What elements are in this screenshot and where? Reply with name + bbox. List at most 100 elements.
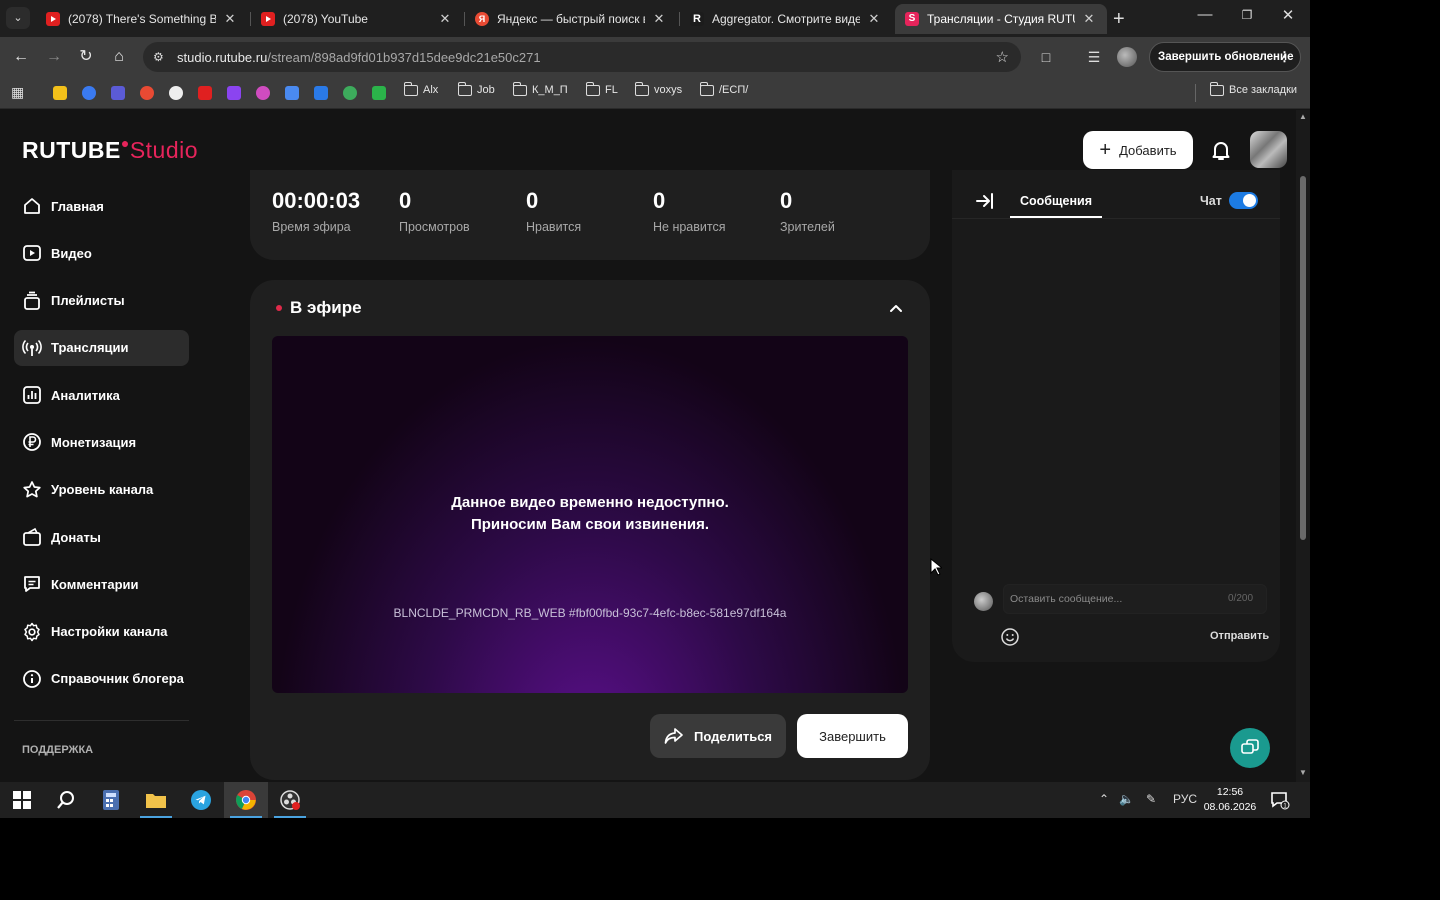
bookmark-icon[interactable] bbox=[111, 86, 125, 100]
taskbar-app-obs[interactable] bbox=[268, 782, 312, 818]
rutube-studio-logo[interactable]: RUTUBE●Studio bbox=[22, 135, 198, 164]
new-tab-icon[interactable]: + bbox=[1113, 8, 1125, 31]
user-avatar[interactable] bbox=[1250, 131, 1287, 168]
minimize-icon[interactable]: — bbox=[1190, 6, 1220, 23]
stat-label: Просмотров bbox=[399, 220, 470, 234]
sidebar-item-analytics[interactable]: Аналитика bbox=[14, 377, 189, 413]
forward-icon[interactable]: → bbox=[43, 46, 65, 68]
sidebar-item-channel-level[interactable]: Уровень канала bbox=[14, 472, 189, 508]
browser-tab[interactable]: (2078) YouTube ✕ bbox=[251, 4, 463, 34]
browser-tab[interactable]: Я Яндекс — быстрый поиск в и ✕ bbox=[465, 4, 677, 34]
bookmark-folder[interactable]: /ЕСП/ bbox=[700, 81, 748, 96]
bookmark-folder[interactable]: Alx bbox=[404, 81, 438, 96]
screen: ⌄ (2078) There's Something Belo ✕ (2078)… bbox=[0, 0, 1310, 818]
sidebar-item-donations[interactable]: Донаты bbox=[14, 519, 189, 555]
tab-title: Трансляции - Студия RUTUBE bbox=[927, 12, 1075, 26]
add-button[interactable]: + Добавить bbox=[1083, 131, 1193, 169]
restore-icon[interactable]: ❐ bbox=[1232, 8, 1262, 22]
back-icon[interactable]: ← bbox=[10, 46, 32, 68]
page-scrollbar[interactable]: ▲ ▼ bbox=[1296, 110, 1310, 782]
pen-icon[interactable]: ✎ bbox=[1146, 792, 1156, 806]
volume-icon[interactable]: 🔈 bbox=[1119, 792, 1134, 806]
calculator-icon bbox=[103, 790, 119, 810]
bookmark-icon[interactable] bbox=[82, 86, 96, 100]
chat-toggle[interactable] bbox=[1229, 192, 1258, 209]
tab-search-button[interactable]: ⌄ bbox=[6, 7, 30, 29]
browser-tab-active[interactable]: S Трансляции - Студия RUTUBE ✕ bbox=[895, 4, 1107, 34]
all-bookmarks-folder[interactable]: Все закладки bbox=[1210, 81, 1297, 96]
sidebar-item-monetization[interactable]: Монетизация bbox=[14, 424, 189, 460]
notifications-bell-icon[interactable] bbox=[1209, 138, 1233, 162]
system-clock[interactable]: 12:56 08.06.2026 bbox=[1198, 785, 1262, 815]
close-tab-icon[interactable]: ✕ bbox=[437, 11, 453, 27]
taskbar-app-explorer[interactable] bbox=[134, 782, 178, 818]
video-player[interactable]: Данное видео временно недоступно. Принос… bbox=[272, 336, 908, 693]
scroll-up-arrow-icon[interactable]: ▲ bbox=[1299, 112, 1307, 121]
sidebar-item-channel-settings[interactable]: Настройки канала bbox=[14, 614, 189, 650]
emoji-icon[interactable] bbox=[1000, 627, 1020, 647]
search-button[interactable] bbox=[44, 782, 88, 818]
sidebar-item-blogger-guide[interactable]: Справочник блогера bbox=[14, 661, 189, 697]
folder-icon bbox=[1210, 81, 1224, 96]
finish-stream-button[interactable]: Завершить bbox=[797, 714, 908, 758]
extensions-icon[interactable]: □ bbox=[1036, 47, 1056, 67]
show-hidden-icons[interactable]: ⌃ bbox=[1099, 792, 1109, 806]
bookmark-icon[interactable] bbox=[285, 86, 299, 100]
tab-title: (2078) There's Something Belo bbox=[68, 12, 216, 26]
update-button[interactable]: Завершить обновление ⋮ bbox=[1149, 42, 1301, 72]
media-control-icon[interactable]: ☰ bbox=[1084, 47, 1104, 67]
stat-value: 0 bbox=[653, 188, 666, 213]
bookmark-folder[interactable]: К_М_П bbox=[513, 81, 568, 96]
taskbar-app-chrome[interactable] bbox=[224, 782, 268, 818]
browser-tab[interactable]: (2078) There's Something Belo ✕ bbox=[36, 4, 248, 34]
close-window-icon[interactable]: ✕ bbox=[1273, 6, 1303, 24]
notification-center-icon[interactable]: 1 bbox=[1270, 790, 1290, 810]
bookmark-icon[interactable] bbox=[372, 86, 386, 100]
stat-viewers: 0 Зрителей bbox=[780, 188, 835, 234]
bookmark-icon[interactable] bbox=[169, 86, 183, 100]
collapse-chat-icon[interactable] bbox=[974, 190, 996, 212]
reload-icon[interactable]: ↻ bbox=[75, 46, 97, 68]
stat-airtime: 00:00:03 Время эфира bbox=[272, 188, 360, 234]
bookmark-icon[interactable] bbox=[256, 86, 270, 100]
share-button[interactable]: Поделиться bbox=[650, 714, 786, 758]
tab-messages[interactable]: Сообщения bbox=[1010, 180, 1102, 218]
bookmark-folder[interactable]: voxys bbox=[635, 81, 682, 96]
address-bar[interactable]: ⚙ studio.rutube.ru/stream/898ad9fd01b937… bbox=[143, 42, 1021, 72]
bookmark-icon[interactable] bbox=[227, 86, 241, 100]
bookmark-icon[interactable] bbox=[53, 86, 67, 100]
help-chat-button[interactable] bbox=[1230, 728, 1270, 768]
site-settings-icon[interactable]: ⚙ bbox=[153, 50, 169, 64]
sidebar-item-video[interactable]: Видео bbox=[14, 235, 189, 271]
close-tab-icon[interactable]: ✕ bbox=[866, 11, 882, 27]
bookmark-folder[interactable]: FL bbox=[586, 81, 618, 96]
apps-grid-icon[interactable]: ▦ bbox=[11, 84, 24, 101]
bookmark-icon[interactable] bbox=[343, 86, 357, 100]
more-menu-icon[interactable]: ⋮ bbox=[1278, 49, 1291, 65]
bookmark-icon[interactable] bbox=[140, 86, 154, 100]
taskbar-app-telegram[interactable] bbox=[179, 782, 223, 818]
taskbar-app-calculator[interactable] bbox=[89, 782, 133, 818]
chevron-up-icon[interactable] bbox=[888, 300, 904, 316]
folder-icon bbox=[146, 794, 166, 808]
sidebar-item-comments[interactable]: Комментарии bbox=[14, 566, 189, 602]
profile-avatar[interactable] bbox=[1117, 47, 1137, 67]
bookmark-star-icon[interactable]: ☆ bbox=[996, 48, 1009, 66]
bookmark-icon[interactable] bbox=[198, 86, 212, 100]
sidebar-item-playlists[interactable]: Плейлисты bbox=[14, 283, 189, 319]
stat-label: Нравится bbox=[526, 220, 582, 234]
send-button[interactable]: Отправить bbox=[1210, 630, 1269, 642]
close-tab-icon[interactable]: ✕ bbox=[1081, 11, 1097, 27]
bookmark-folder[interactable]: Job bbox=[458, 81, 495, 96]
home-icon[interactable]: ⌂ bbox=[108, 46, 130, 68]
language-indicator[interactable]: РУС bbox=[1173, 792, 1197, 806]
scroll-down-arrow-icon[interactable]: ▼ bbox=[1299, 768, 1307, 777]
sidebar-item-home[interactable]: Главная bbox=[14, 188, 189, 224]
browser-tab[interactable]: R Aggregator. Смотрите видео с ✕ bbox=[680, 4, 892, 34]
sidebar-item-broadcasts[interactable]: Трансляции bbox=[14, 329, 189, 366]
close-tab-icon[interactable]: ✕ bbox=[222, 11, 238, 27]
scroll-thumb[interactable] bbox=[1300, 176, 1306, 540]
start-button[interactable] bbox=[0, 782, 44, 818]
close-tab-icon[interactable]: ✕ bbox=[651, 11, 667, 27]
bookmark-icon[interactable] bbox=[314, 86, 328, 100]
